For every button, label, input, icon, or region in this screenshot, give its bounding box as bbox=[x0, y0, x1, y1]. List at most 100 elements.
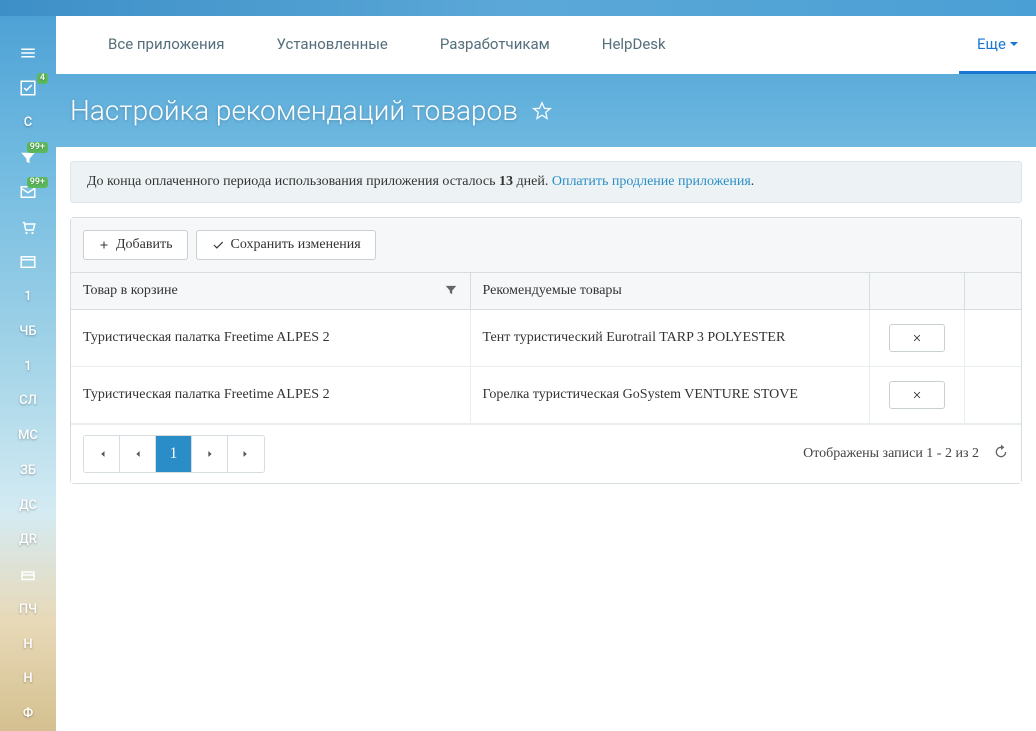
sidebar-item-label: С bbox=[24, 115, 33, 130]
sidebar-item-label: ПЧ bbox=[19, 602, 37, 617]
tab-label: Разработчикам bbox=[440, 35, 550, 53]
add-button[interactable]: Добавить bbox=[83, 230, 188, 260]
tab-all-apps[interactable]: Все приложения bbox=[82, 16, 251, 74]
sidebar-item-cart[interactable] bbox=[0, 210, 56, 245]
first-page-icon bbox=[97, 449, 107, 459]
notice-middle: дней. bbox=[513, 174, 552, 189]
column-label: Товар в корзине bbox=[83, 283, 178, 298]
close-icon bbox=[912, 390, 922, 400]
cell-cart-product[interactable]: Туристическая палатка Freetime ALPES 2 bbox=[71, 367, 470, 424]
save-button-label: Сохранить изменения bbox=[231, 237, 361, 253]
sidebar-item-drawer[interactable] bbox=[0, 557, 56, 592]
add-button-label: Добавить bbox=[116, 237, 173, 253]
sidebar-item-window[interactable] bbox=[0, 245, 56, 280]
sidebar-item-label: ДR bbox=[19, 532, 37, 547]
column-header-actions bbox=[869, 273, 964, 310]
tab-label: HelpDesk bbox=[602, 35, 666, 53]
check-icon bbox=[211, 238, 225, 252]
sidebar-item-ds[interactable]: ДС bbox=[0, 488, 56, 523]
column-label: Рекомендуемые товары bbox=[483, 283, 622, 298]
sidebar-item-label: Ф bbox=[23, 706, 33, 721]
cell-extra bbox=[964, 310, 1021, 367]
table-row: Туристическая палатка Freetime ALPES 2 Т… bbox=[71, 310, 1021, 367]
subscription-notice: До конца оплаченного периода использован… bbox=[70, 161, 1022, 203]
sidebar-item-label: Н bbox=[23, 671, 32, 686]
tab-more-label: Еще bbox=[977, 35, 1006, 53]
badge: 4 bbox=[37, 73, 48, 84]
sidebar-item-label: ДС bbox=[19, 498, 37, 513]
cart-icon bbox=[19, 218, 37, 236]
chevron-left-icon bbox=[133, 449, 143, 459]
tab-label: Установленные bbox=[277, 35, 388, 53]
sidebar-item-pch[interactable]: ПЧ bbox=[0, 592, 56, 627]
refresh-button[interactable] bbox=[993, 444, 1009, 465]
tabs-bar: Все приложения Установленные Разработчик… bbox=[56, 16, 1036, 74]
delete-row-button[interactable] bbox=[889, 381, 945, 409]
sidebar: 4 С 99+ 99+ 1 ЧБ 1 СЛ МС ЗБ ДС ДR ПЧ Н Н… bbox=[0, 16, 56, 731]
chevron-right-icon bbox=[205, 449, 215, 459]
sidebar-item-label: ЧБ bbox=[19, 324, 36, 339]
extend-subscription-link[interactable]: Оплатить продление приложения bbox=[552, 174, 751, 189]
pager-first-button[interactable] bbox=[84, 436, 120, 472]
notice-suffix: . bbox=[751, 174, 755, 189]
cell-cart-product[interactable]: Туристическая палатка Freetime ALPES 2 bbox=[71, 310, 470, 367]
sidebar-item-1b[interactable]: 1 bbox=[0, 349, 56, 384]
sidebar-item-n1[interactable]: Н bbox=[0, 627, 56, 662]
sidebar-item-menu[interactable] bbox=[0, 36, 56, 71]
sidebar-item-tasks[interactable]: 4 bbox=[0, 71, 56, 106]
top-header bbox=[0, 0, 1036, 16]
sidebar-item-n2[interactable]: Н bbox=[0, 662, 56, 697]
table-toolbar: Добавить Сохранить изменения bbox=[71, 218, 1021, 273]
star-icon[interactable] bbox=[532, 101, 552, 121]
sidebar-item-sl[interactable]: СЛ bbox=[0, 384, 56, 419]
tab-more[interactable]: Еще bbox=[959, 16, 1036, 74]
sidebar-item-label: 1 bbox=[24, 289, 31, 304]
table-row: Туристическая палатка Freetime ALPES 2 Г… bbox=[71, 367, 1021, 424]
close-icon bbox=[912, 333, 922, 343]
sidebar-item-label: 1 bbox=[24, 359, 31, 374]
tab-label: Все приложения bbox=[108, 35, 225, 53]
drawer-icon bbox=[19, 566, 37, 584]
pager-last-button[interactable] bbox=[228, 436, 264, 472]
check-icon bbox=[19, 79, 37, 97]
cell-recommended-product[interactable]: Горелка туристическая GoSystem VENTURE S… bbox=[470, 367, 869, 424]
tab-developers[interactable]: Разработчикам bbox=[414, 16, 576, 74]
sidebar-item-dr[interactable]: ДR bbox=[0, 523, 56, 558]
sidebar-item-filter[interactable]: 99+ bbox=[0, 140, 56, 175]
sidebar-item-label: СЛ bbox=[19, 393, 37, 408]
tab-helpdesk[interactable]: HelpDesk bbox=[576, 16, 692, 74]
cell-extra bbox=[964, 367, 1021, 424]
last-page-icon bbox=[241, 449, 251, 459]
sidebar-item-zb[interactable]: ЗБ bbox=[0, 453, 56, 488]
pager: 1 Отображены записи 1 - 2 из 2 bbox=[71, 424, 1021, 483]
sidebar-item-1a[interactable]: 1 bbox=[0, 279, 56, 314]
badge: 99+ bbox=[27, 177, 48, 188]
sidebar-item-f[interactable]: Ф bbox=[0, 696, 56, 731]
cell-recommended-product[interactable]: Тент туристический Eurotrail TARP 3 POLY… bbox=[470, 310, 869, 367]
content-panel: До конца оплаченного периода использован… bbox=[56, 147, 1036, 731]
column-header-recommended[interactable]: Рекомендуемые товары bbox=[470, 273, 869, 310]
sidebar-item-label: МС bbox=[18, 428, 38, 443]
pager-next-button[interactable] bbox=[192, 436, 228, 472]
sidebar-item-chb[interactable]: ЧБ bbox=[0, 314, 56, 349]
sidebar-item-label: ЗБ bbox=[20, 463, 36, 478]
pager-page-current[interactable]: 1 bbox=[156, 436, 192, 472]
notice-prefix: До конца оплаченного периода использован… bbox=[87, 174, 499, 189]
page-title: Настройка рекомендаций товаров bbox=[70, 94, 518, 127]
tab-installed[interactable]: Установленные bbox=[251, 16, 414, 74]
column-header-cart[interactable]: Товар в корзине bbox=[71, 273, 470, 310]
sidebar-item-ms[interactable]: МС bbox=[0, 418, 56, 453]
sidebar-item-label: Н bbox=[23, 637, 32, 652]
badge: 99+ bbox=[27, 142, 48, 153]
notice-days: 13 bbox=[499, 174, 513, 189]
sidebar-item-mail[interactable]: 99+ bbox=[0, 175, 56, 210]
save-button[interactable]: Сохранить изменения bbox=[196, 230, 376, 260]
window-icon bbox=[19, 253, 37, 271]
delete-row-button[interactable] bbox=[889, 324, 945, 352]
page-title-area: Настройка рекомендаций товаров bbox=[56, 74, 1036, 147]
filter-icon[interactable] bbox=[444, 283, 458, 297]
pager-info: Отображены записи 1 - 2 из 2 bbox=[803, 446, 979, 462]
chevron-down-icon bbox=[1010, 42, 1018, 46]
pager-prev-button[interactable] bbox=[120, 436, 156, 472]
sidebar-item-s[interactable]: С bbox=[0, 106, 56, 141]
